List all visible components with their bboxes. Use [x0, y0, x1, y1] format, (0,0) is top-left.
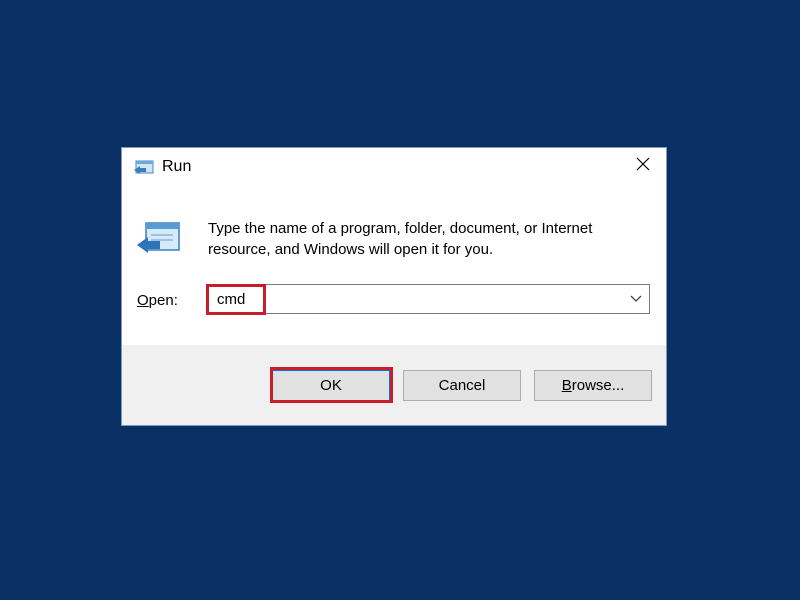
run-dialog: Run Type the name of a program, folder, …	[121, 147, 667, 426]
close-button[interactable]	[620, 148, 666, 184]
chevron-down-icon	[630, 290, 642, 308]
ok-button[interactable]: OK	[272, 370, 390, 401]
open-combobox[interactable]	[206, 284, 650, 314]
browse-access-key: B	[561, 377, 572, 394]
cancel-button[interactable]: Cancel	[403, 370, 521, 401]
dialog-description: Type the name of a program, folder, docu…	[208, 220, 593, 258]
open-label-access-key: O	[137, 292, 149, 309]
open-label-text: pen:	[148, 292, 178, 309]
button-bar: OK Cancel Browse...	[122, 345, 666, 425]
browse-label: rowse...	[571, 377, 625, 394]
run-icon	[134, 159, 154, 175]
run-icon	[136, 220, 182, 258]
open-input[interactable]	[208, 286, 617, 312]
window-title: Run	[162, 158, 192, 175]
dropdown-button[interactable]	[623, 285, 649, 313]
title-bar[interactable]: Run	[122, 148, 666, 188]
dialog-content: Type the name of a program, folder, docu…	[122, 188, 666, 345]
open-label: Open:	[137, 292, 178, 309]
close-icon	[636, 157, 650, 176]
browse-button[interactable]: Browse...	[534, 370, 652, 401]
